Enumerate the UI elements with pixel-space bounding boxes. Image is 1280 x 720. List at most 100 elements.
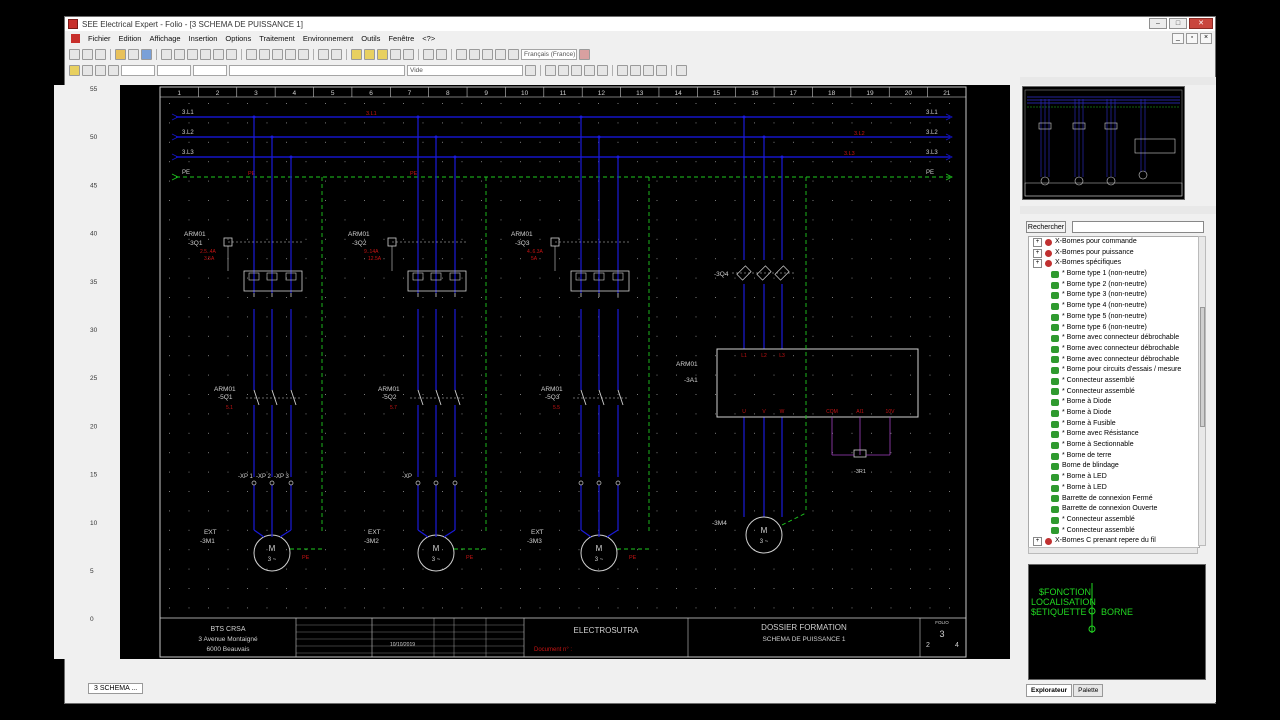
tree-scrollbar[interactable] — [1198, 236, 1206, 546]
tree-item[interactable]: + X-Bornes pour puissance — [1029, 248, 1199, 259]
tree-item[interactable]: * Borne pour circuits d'essais / mesure — [1029, 365, 1199, 376]
symbol-icon[interactable] — [403, 49, 414, 60]
grid-icon[interactable] — [318, 49, 329, 60]
cut-icon[interactable] — [187, 49, 198, 60]
paste-icon[interactable] — [213, 49, 224, 60]
new-icon[interactable] — [69, 49, 80, 60]
align-left-icon[interactable] — [617, 65, 628, 76]
search-input[interactable] — [1072, 221, 1204, 233]
copy-icon[interactable] — [200, 49, 211, 60]
undo-icon[interactable] — [161, 49, 172, 60]
text-style-icon[interactable] — [571, 65, 582, 76]
zoom-icon[interactable] — [246, 49, 257, 60]
y-field[interactable] — [157, 65, 191, 76]
search-button[interactable]: Rechercher — [1026, 221, 1066, 233]
tree-item[interactable]: * Borne avec connecteur débrochable — [1029, 344, 1199, 355]
strike-icon[interactable] — [597, 65, 608, 76]
tree-item[interactable]: * Borne avec connecteur débrochable — [1029, 333, 1199, 344]
menu-fichier[interactable]: Fichier — [84, 34, 115, 43]
wire-number-icon[interactable] — [495, 49, 506, 60]
tab-explorateur[interactable]: Explorateur — [1026, 684, 1073, 697]
tree-item[interactable]: + X-Bornes spécifiques — [1029, 258, 1199, 269]
new-folio-icon[interactable] — [82, 49, 93, 60]
find-icon[interactable] — [285, 49, 296, 60]
menu-edition[interactable]: Edition — [115, 34, 146, 43]
connector-icon[interactable] — [436, 49, 447, 60]
tree-item[interactable]: * Borne à LED — [1029, 483, 1199, 494]
tree-item[interactable]: * Connecteur assemblé — [1029, 376, 1199, 387]
tree-item[interactable]: + X-Bornes pour commande — [1029, 237, 1199, 248]
terminal-icon[interactable] — [423, 49, 434, 60]
expand-icon[interactable]: + — [1033, 537, 1042, 547]
menu-insertion[interactable]: Insertion — [185, 34, 222, 43]
align-icon[interactable] — [108, 65, 119, 76]
menu-outils[interactable]: Outils — [357, 34, 384, 43]
tree-item[interactable]: * Connecteur assemblé — [1029, 526, 1199, 537]
tree-item[interactable]: * Connecteur assemblé — [1029, 515, 1199, 526]
tree-item[interactable]: Borne de blindage — [1029, 461, 1199, 472]
tree-item[interactable]: * Connecteur assemblé — [1029, 387, 1199, 398]
tree-item[interactable]: * Borne avec Résistance — [1029, 429, 1199, 440]
schematic-canvas[interactable]: 1 2 3 4 5 6 7 8 9 10 11 12 13 14 15 16 17 18 19 20 21 555045… — [54, 85, 1010, 659]
close-button[interactable]: ✕ — [1189, 18, 1213, 29]
wire-icon[interactable] — [351, 49, 362, 60]
align-right-icon[interactable] — [643, 65, 654, 76]
rotate-icon[interactable] — [82, 65, 93, 76]
minimize-button[interactable]: – — [1149, 18, 1167, 29]
maximize-button[interactable]: □ — [1169, 18, 1187, 29]
cross-reference-icon[interactable] — [469, 49, 480, 60]
tree-item[interactable]: * Borne à Diode — [1029, 408, 1199, 419]
mdi-minimize-button[interactable]: _ — [1172, 33, 1184, 44]
tree-item[interactable]: * Borne à Fusible — [1029, 419, 1199, 430]
black-box-icon[interactable] — [482, 49, 493, 60]
menu-traitement[interactable]: Traitement — [255, 34, 299, 43]
document-icon[interactable] — [71, 34, 80, 43]
mdi-restore-button[interactable]: ▫ — [1186, 33, 1198, 44]
expand-icon[interactable]: + — [1033, 259, 1042, 269]
tree-item[interactable]: * Borne type 5 (non-neutre) — [1029, 312, 1199, 323]
translate-icon[interactable] — [579, 49, 590, 60]
scrollbar-thumb[interactable] — [1200, 307, 1205, 427]
close-doc-icon[interactable] — [128, 49, 139, 60]
tree-item[interactable]: * Borne à LED — [1029, 472, 1199, 483]
tree-hscrollbar[interactable] — [1028, 547, 1198, 554]
text-size-icon[interactable] — [525, 65, 536, 76]
tree-item[interactable]: + X-Bornes C prenant repere du fil — [1029, 536, 1199, 547]
bold-icon[interactable] — [545, 65, 556, 76]
angle-field[interactable] — [193, 65, 227, 76]
tree-item[interactable]: * Borne avec connecteur débrochable — [1029, 355, 1199, 366]
delete-icon[interactable] — [226, 49, 237, 60]
refresh-icon[interactable] — [298, 49, 309, 60]
mirror-icon[interactable] — [95, 65, 106, 76]
justify-icon[interactable] — [656, 65, 667, 76]
new-sheet-icon[interactable] — [95, 49, 106, 60]
properties-icon[interactable] — [456, 49, 467, 60]
pin-icon[interactable] — [69, 65, 80, 76]
language-select[interactable]: Français (France) — [521, 49, 577, 60]
ortho-icon[interactable] — [331, 49, 342, 60]
zoom-all-icon[interactable] — [272, 49, 283, 60]
format-options-icon[interactable] — [676, 65, 687, 76]
tree-item[interactable]: Barrette de connexion Fermé — [1029, 494, 1199, 505]
doc-tab-schema[interactable]: 3 SCHEMA ... — [88, 683, 144, 694]
menu-options[interactable]: Options — [221, 34, 255, 43]
menu-environnement[interactable]: Environnement — [299, 34, 357, 43]
tree-item[interactable]: * Borne à Diode — [1029, 397, 1199, 408]
tree-item[interactable]: * Borne type 4 (non-neutre) — [1029, 301, 1199, 312]
italic-icon[interactable] — [558, 65, 569, 76]
tab-palette[interactable]: Palette — [1073, 684, 1104, 697]
x-field[interactable] — [121, 65, 155, 76]
menu-fenetre[interactable]: Fenêtre — [384, 34, 418, 43]
tree-item[interactable]: * Borne type 1 (non-neutre) — [1029, 269, 1199, 280]
tree-item[interactable]: * Borne type 6 (non-neutre) — [1029, 323, 1199, 334]
align-center-icon[interactable] — [630, 65, 641, 76]
cable-icon[interactable] — [377, 49, 388, 60]
multi-wire-icon[interactable] — [364, 49, 375, 60]
menu-help[interactable]: <?> — [418, 34, 439, 43]
tree-item[interactable]: * Borne de terre — [1029, 451, 1199, 462]
open-icon[interactable] — [115, 49, 126, 60]
font-select[interactable] — [229, 65, 405, 76]
tree-item[interactable]: * Borne type 3 (non-neutre) — [1029, 290, 1199, 301]
equipotential-icon[interactable] — [390, 49, 401, 60]
expand-icon[interactable]: + — [1033, 237, 1042, 247]
